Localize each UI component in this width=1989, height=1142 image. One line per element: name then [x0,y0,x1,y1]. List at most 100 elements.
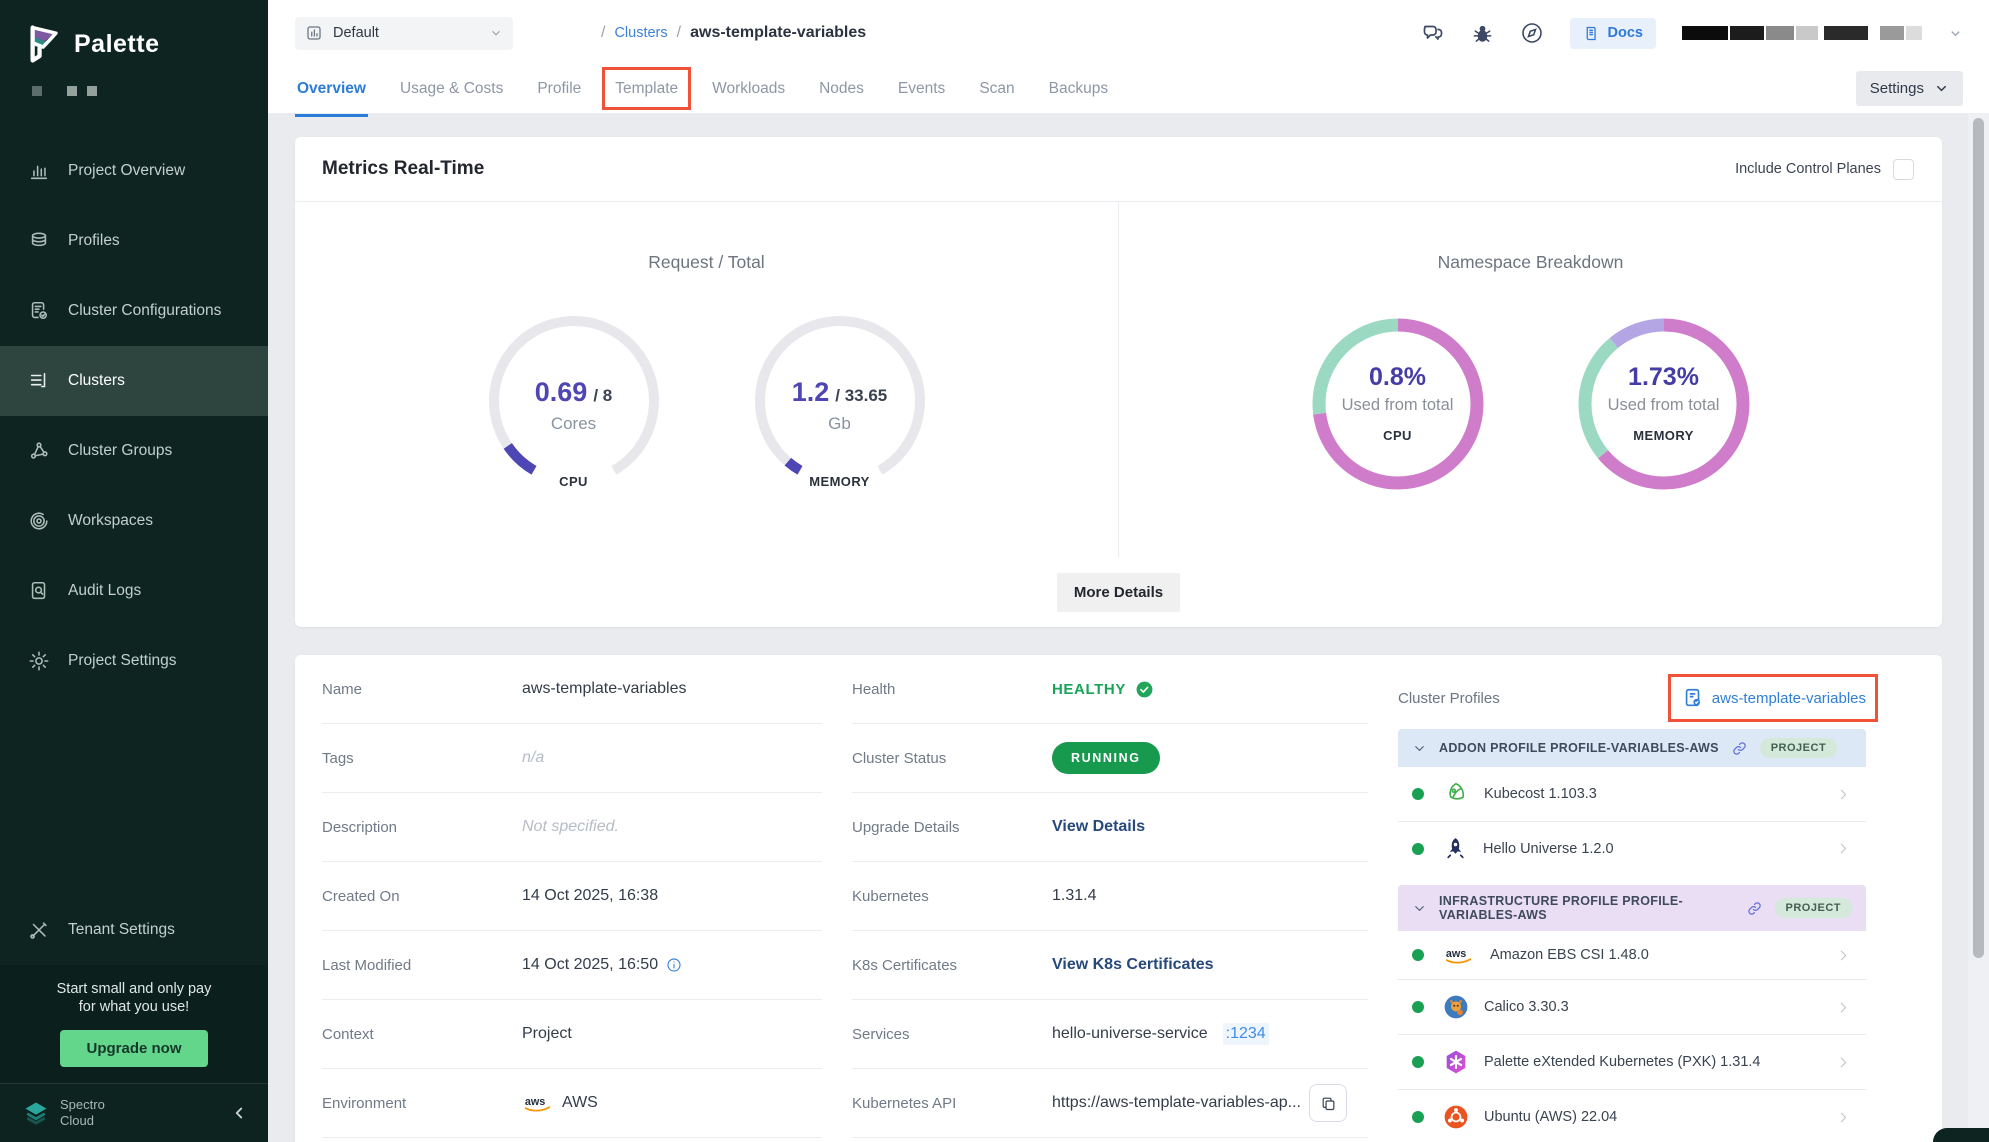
upsell-banner: Start small and only pay for what you us… [0,965,268,1083]
include-control-planes-checkbox[interactable] [1893,159,1914,180]
scope-badge: PROJECT [1775,898,1852,918]
account-menu-redacted[interactable] [1682,26,1922,40]
request-total-title: Request / Total [648,252,764,273]
detail-row-k8s-certificates: K8s CertificatesView K8s Certificates [852,931,1368,1000]
upsell-text-line2: for what you use! [12,999,256,1015]
status-dot [1412,843,1424,855]
sidebar-item-audit-logs[interactable]: Audit Logs [0,556,268,626]
detail-value-environment: awsAWS [522,1093,598,1113]
tab-workloads[interactable]: Workloads [712,60,785,117]
detail-label: K8s Certificates [852,957,1052,974]
tab-events[interactable]: Events [898,60,945,117]
detail-value-api: https://aws-template-variables-ap... [1052,1084,1347,1122]
profile-pack-hello-universe-1-2-0[interactable]: Hello Universe 1.2.0 [1398,822,1866,875]
breadcrumb: / Clusters / aws-template-variables [601,24,866,42]
copy-button[interactable] [1309,1084,1347,1122]
project-selector-value: Default [333,25,479,41]
sidebar-footer: Spectro Cloud [0,1083,268,1142]
detail-label: Cluster Status [852,750,1052,767]
breadcrumb-link-clusters[interactable]: Clusters [614,25,667,41]
tab-profile[interactable]: Profile [537,60,581,117]
detail-row-kubernetes: Kubernetes1.31.4 [852,862,1368,931]
tab-nodes[interactable]: Nodes [819,60,864,117]
sidebar-item-label: Workspaces [68,512,153,530]
tab-label: Backups [1049,80,1108,98]
tab-label: Workloads [712,80,785,98]
tab-template[interactable]: Template [615,60,678,117]
sidebar-item-profiles[interactable]: Profiles [0,206,268,276]
sidebar-item-cluster-configurations[interactable]: Cluster Configurations [0,276,268,346]
profile-pack-ubuntu-aws-22-04[interactable]: Ubuntu (AWS) 22.04 [1398,1090,1866,1142]
detail-row-upgrade-details: Upgrade DetailsView Details [852,793,1368,862]
chart-icon [28,160,50,182]
sidebar-item-workspaces[interactable]: Workspaces [0,486,268,556]
scope-badge: PROJECT [1760,738,1837,758]
sidebar-item-label: Audit Logs [68,582,141,600]
detail-link-view-k8s-certificates[interactable]: View K8s Certificates [1052,956,1214,974]
detail-label: Kubernetes API [852,1095,1052,1112]
sidebar-item-tenant-settings[interactable]: Tenant Settings [0,895,268,965]
chevron-down-icon[interactable] [1948,26,1963,41]
profile-pack-amazon-ebs-csi-1-48-0[interactable]: aws Amazon EBS CSI 1.48.0 [1398,931,1866,980]
detail-row-created-on: Created On14 Oct 2025, 16:38 [322,862,822,931]
detail-label: Health [852,681,1052,698]
tab-label: Usage & Costs [400,80,503,98]
tab-backups[interactable]: Backups [1049,60,1108,117]
request-total-pane: Request / Total 0.69 / 8 Cores CPU 1.2 /… [295,202,1119,557]
scrollbar-thumb[interactable] [1973,118,1984,958]
breadcrumb-separator: / [677,24,681,42]
tab-scan[interactable]: Scan [979,60,1014,117]
sidebar-item-project-overview[interactable]: Project Overview [0,136,268,206]
detail-link-view-details[interactable]: View Details [1052,818,1145,836]
profile-section-title: ADDON PROFILE PROFILE-VARIABLES-AWS [1439,741,1719,755]
detail-row-context: ContextProject [322,1000,822,1069]
sidebar-item-clusters[interactable]: Clusters [0,346,268,416]
sidebar-item-project-settings[interactable]: Project Settings [0,626,268,696]
profile-section-header[interactable]: ADDON PROFILE PROFILE-VARIABLES-AWS PROJ… [1398,729,1866,767]
upgrade-now-button[interactable]: Upgrade now [60,1030,207,1067]
detail-value: Project [522,1025,572,1043]
layers-icon [28,230,50,252]
settings-button-label: Settings [1870,80,1924,97]
more-details-button[interactable]: More Details [1057,573,1180,612]
top-header: Default / Clusters / aws-template-variab… [268,0,1989,113]
detail-label: Context [322,1026,522,1043]
gauge-cpu: 0.69 / 8 Cores CPU [481,311,667,497]
info-icon[interactable] [666,957,682,973]
profile-section-header[interactable]: INFRASTRUCTURE PROFILE PROFILE-VARIABLES… [1398,885,1866,931]
bug-report-icon[interactable] [1471,22,1494,45]
doc-search-icon [28,580,50,602]
tab-overview[interactable]: Overview [297,60,366,117]
pxk-icon [1443,1049,1469,1075]
collapse-sidebar-icon[interactable] [230,1104,248,1122]
orbit-icon [28,510,50,532]
chat-icon[interactable] [1421,21,1445,45]
pack-name: Hello Universe 1.2.0 [1483,841,1614,857]
svg-text:aws: aws [525,1096,545,1108]
docs-button[interactable]: Docs [1570,18,1656,49]
sidebar-item-cluster-groups[interactable]: Cluster Groups [0,416,268,486]
api-url: https://aws-template-variables-ap... [1052,1094,1301,1112]
gauge-row: 0.69 / 8 Cores CPU 1.2 / 33.65 Gb MEMORY [481,311,933,497]
profile-pack-palette-extended-kubernetes-pxk-1-31-4[interactable]: Palette eXtended Kubernetes (PXK) 1.31.4 [1398,1035,1866,1090]
detail-label: Kubernetes [852,888,1052,905]
tab-usage-costs[interactable]: Usage & Costs [400,60,503,117]
service-port-link[interactable]: :1234 [1223,1023,1269,1045]
cluster-profile-link[interactable]: aws-template-variables [1682,687,1866,709]
detail-row-services: Serviceshello-universe-service :1234 [852,1000,1368,1069]
settings-button[interactable]: Settings [1856,71,1963,106]
project-selector[interactable]: Default [295,17,513,50]
compass-icon[interactable] [1520,21,1544,45]
detail-value: 1.31.4 [1052,887,1096,905]
calico-icon [1443,994,1469,1020]
status-dot [1412,1056,1424,1068]
sidebar-item-label: Project Overview [68,162,185,180]
profile-pack-kubecost-1-103-3[interactable]: Kubecost 1.103.3 [1398,767,1866,822]
detail-label: Last Modified [322,957,522,974]
redacted-project-label [0,76,268,106]
profile-pack-calico-3-30-3[interactable]: Calico 3.30.3 [1398,980,1866,1035]
chevron-down-icon [1412,901,1427,916]
namespace-breakdown-pane: Namespace Breakdown 0.8% Used from total… [1119,202,1942,557]
cluster-status-badge: RUNNING [1052,742,1160,774]
details-column-general: Nameaws-template-variables Tagsn/a Descr… [322,655,852,1142]
